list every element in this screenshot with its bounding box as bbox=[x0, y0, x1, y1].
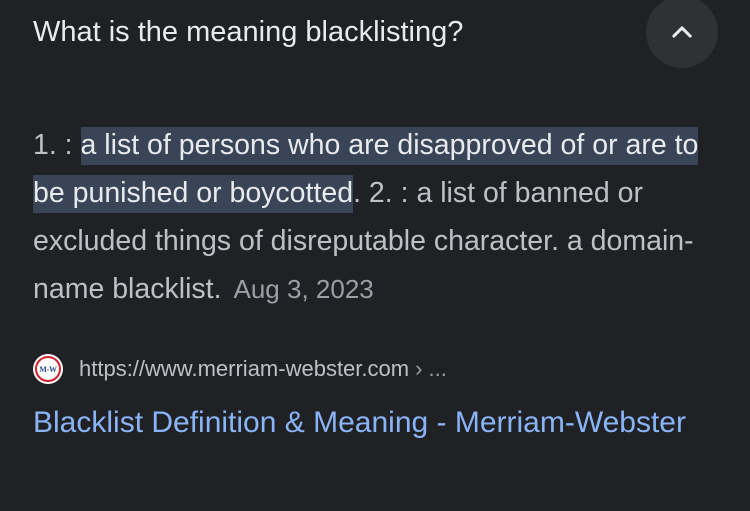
merriam-webster-favicon: M-W bbox=[33, 354, 63, 384]
source-breadcrumb: › ... bbox=[415, 356, 447, 381]
question-heading[interactable]: What is the meaning blacklisting? bbox=[33, 12, 463, 52]
source-citation[interactable]: M-W https://www.merriam-webster.com › ..… bbox=[33, 354, 447, 384]
favicon-label: M-W bbox=[39, 364, 57, 374]
chevron-up-icon bbox=[672, 26, 692, 38]
definition-prefix: 1. : bbox=[33, 129, 81, 161]
source-url[interactable]: https://www.merriam-webster.com bbox=[79, 356, 409, 382]
snippet-date: Aug 3, 2023 bbox=[233, 274, 374, 304]
featured-snippet-text: 1. : a list of persons who are disapprov… bbox=[33, 121, 723, 313]
favicon-ring: M-W bbox=[35, 356, 61, 382]
result-title-link[interactable]: Blacklist Definition & Meaning - Merriam… bbox=[33, 397, 713, 449]
collapse-button[interactable] bbox=[646, 0, 718, 68]
